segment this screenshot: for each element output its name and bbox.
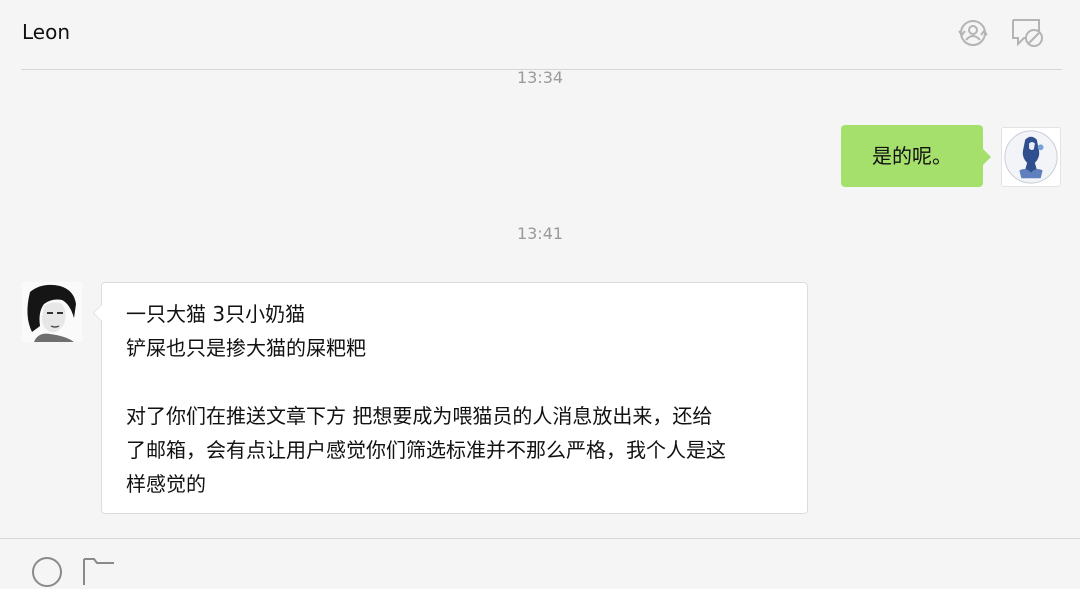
message-line: 了邮箱，会有点让用户感觉你们筛选标准并不那么严格，我个人是这 (126, 438, 726, 462)
timestamp: 13:34 (516, 68, 564, 87)
contact-avatar[interactable] (22, 282, 82, 342)
incoming-message-bubble[interactable]: 一只大猫 3只小奶猫 铲屎也只是掺大猫的屎粑粑 对了你们在推送文章下方 把想要成… (93, 282, 808, 514)
block-chat-icon[interactable] (1010, 16, 1044, 50)
message-line: 样感觉的 (126, 472, 206, 496)
self-avatar[interactable] (1001, 127, 1061, 187)
timestamp: 13:41 (516, 224, 564, 243)
contact-info-icon[interactable] (956, 16, 990, 50)
message-line: 一只大猫 3只小奶猫 (126, 302, 306, 326)
message-line: 对了你们在推送文章下方 把想要成为喂猫员的人消息放出来，还给 (126, 404, 713, 428)
emoji-icon[interactable] (30, 555, 64, 589)
message-line (126, 365, 783, 399)
header-actions (956, 16, 1044, 50)
message-line: 铲屎也只是掺大猫的屎粑粑 (126, 336, 366, 360)
self-avatar-image (1002, 128, 1060, 186)
contact-avatar-image (22, 282, 82, 342)
chat-title: Leon (22, 20, 71, 44)
input-divider (0, 538, 1080, 539)
chat-header: Leon (0, 0, 1080, 70)
outgoing-message-bubble[interactable]: 是的呢。 (841, 125, 991, 187)
folder-icon[interactable] (82, 555, 116, 589)
